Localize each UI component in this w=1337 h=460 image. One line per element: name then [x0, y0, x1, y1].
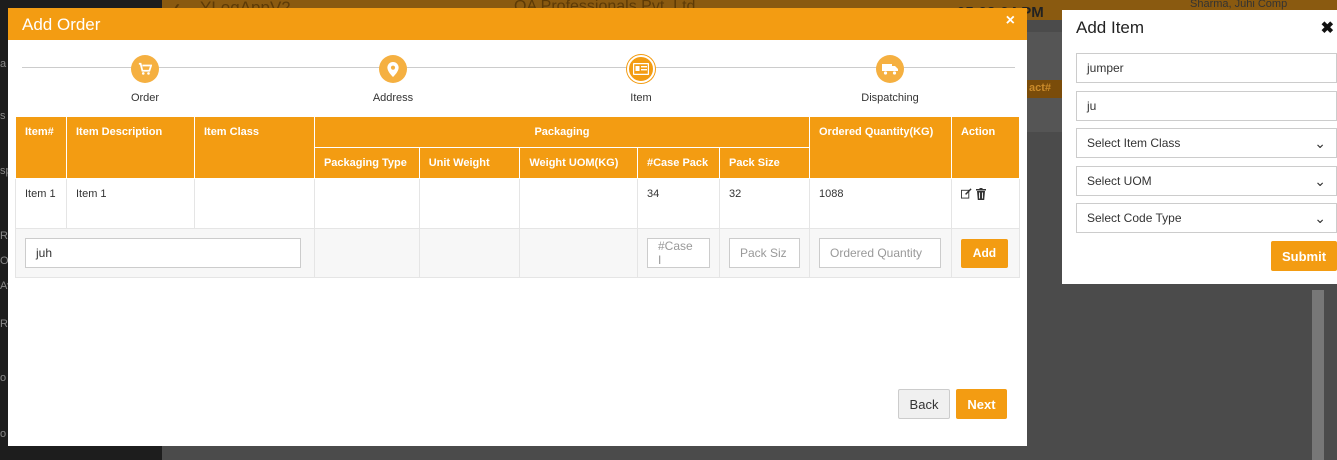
item-class-select-value: Select Item Class: [1087, 136, 1181, 150]
header-item-description: Item Description: [65, 116, 195, 179]
chevron-down-icon: ⌄: [1314, 209, 1326, 226]
cell-ordered-quantity: 1088: [808, 178, 952, 229]
step-label: Item: [630, 92, 652, 104]
pack-size-input[interactable]: Pack Siz: [728, 238, 800, 268]
item-code-value: ju: [1087, 99, 1097, 113]
header-pack-size: Pack Size: [718, 147, 810, 179]
add-order-modal: Add Order × Order Address Item Dispatchi…: [8, 8, 1027, 446]
header-packaging: Packaging: [313, 116, 810, 148]
header-weight-uom: Weight UOM(KG): [519, 147, 638, 179]
uom-select-value: Select UOM: [1087, 174, 1152, 188]
step-order[interactable]: Order: [85, 55, 205, 104]
bg-user-name: Sharma, Juhi Comp: [1190, 0, 1288, 10]
items-table: Item# Item Description Item Class Packag…: [15, 116, 1021, 278]
bg-scrollbar: [1312, 290, 1324, 460]
add-item-panel: Add Item ✖ jumper ju Select Item Class ⌄…: [1062, 10, 1337, 284]
table-header-row: Item# Item Description Item Class Packag…: [15, 116, 1021, 179]
cell-item-no: Item 1: [15, 178, 67, 229]
item-name-input[interactable]: jumper: [1076, 53, 1337, 83]
header-item-class: Item Class: [193, 116, 315, 179]
item-name-value: jumper: [1087, 61, 1124, 75]
code-type-select[interactable]: Select Code Type ⌄: [1076, 203, 1337, 233]
chevron-down-icon: ⌄: [1314, 134, 1326, 151]
uom-select[interactable]: Select UOM ⌄: [1076, 166, 1337, 196]
code-type-select-value: Select Code Type: [1087, 211, 1182, 225]
cell-item-class: [193, 178, 315, 229]
header-case-pack: #Case Pack: [636, 147, 720, 179]
header-packaging-type: Packaging Type: [313, 147, 420, 179]
cell-pack-size: 32: [718, 178, 810, 229]
step-address[interactable]: Address: [333, 55, 453, 104]
close-icon[interactable]: ×: [1006, 12, 1015, 30]
case-pack-input[interactable]: #Case I: [646, 238, 710, 268]
item-code-input[interactable]: ju: [1076, 91, 1337, 121]
cell-case-pack: 34: [636, 178, 720, 229]
cell-packaging-type: [313, 178, 420, 229]
header-action: Action: [950, 116, 1021, 179]
map-pin-icon: [379, 55, 407, 83]
step-label: Dispatching: [861, 92, 919, 104]
table-row: Item 1 Item 1 34 32 1088: [15, 178, 1021, 229]
header-item-no: Item#: [15, 116, 67, 179]
truck-icon: [876, 55, 904, 83]
step-dispatching[interactable]: Dispatching: [830, 55, 950, 104]
cell-item-description: Item 1: [65, 178, 195, 229]
bg-tag: act#: [1027, 80, 1067, 98]
table-input-row: juh #Case I Pack Siz Ordered Quantity Ad…: [15, 228, 1021, 278]
order-stepper: Order Address Item Dispatching: [8, 40, 1027, 115]
trash-icon[interactable]: [975, 188, 986, 203]
step-label: Address: [372, 92, 414, 104]
header-ordered-quantity: Ordered Quantity(KG): [808, 116, 952, 179]
step-label: Order: [130, 92, 160, 104]
close-icon[interactable]: ✖: [1321, 18, 1334, 38]
next-button[interactable]: Next: [956, 389, 1007, 419]
modal-header: Add Order ×: [8, 8, 1027, 40]
step-item[interactable]: Item: [581, 55, 701, 104]
modal-title: Add Order: [22, 15, 101, 34]
cart-icon: [131, 55, 159, 83]
ordered-quantity-input[interactable]: Ordered Quantity: [818, 238, 941, 268]
add-row-button[interactable]: Add: [960, 238, 1008, 268]
header-unit-weight: Unit Weight: [418, 147, 521, 179]
cell-weight-uom: [519, 178, 638, 229]
chevron-down-icon: ⌄: [1314, 172, 1326, 189]
item-class-select[interactable]: Select Item Class ⌄: [1076, 128, 1337, 158]
cell-unit-weight: [418, 178, 521, 229]
back-button[interactable]: Back: [898, 389, 950, 419]
item-search-input[interactable]: juh: [25, 238, 301, 268]
id-card-icon: [627, 55, 655, 83]
edit-icon[interactable]: [960, 188, 972, 203]
cell-action: [950, 178, 1021, 229]
add-item-title: Add Item: [1076, 18, 1145, 37]
submit-button[interactable]: Submit: [1271, 241, 1337, 271]
